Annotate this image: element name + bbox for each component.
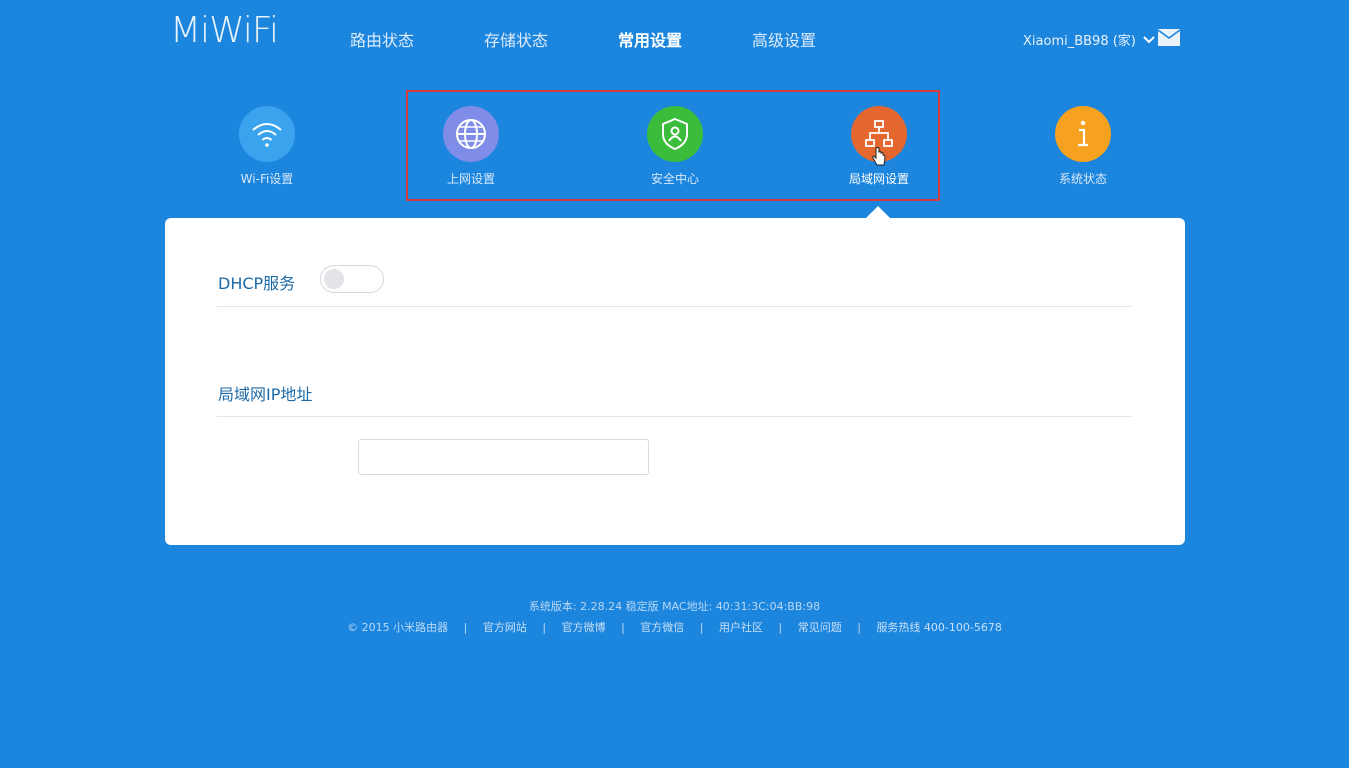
nav-common-settings[interactable]: 常用设置: [618, 27, 752, 51]
tile-internet-settings[interactable]: 上网设置: [411, 106, 531, 187]
globe-icon: [443, 106, 499, 162]
nav-router-status[interactable]: 路由状态: [350, 27, 484, 51]
footer-links: © 2015 小米路由器 | 官方网站 | 官方微博 | 官方微信 | 用户社区…: [347, 621, 1002, 634]
link-hotline[interactable]: 服务热线 400-100-5678: [876, 621, 1001, 634]
info-icon: [1055, 106, 1111, 162]
main-nav: 路由状态 存储状态 常用设置 高级设置: [350, 27, 886, 51]
lan-settings-panel: DHCP服务 局域网IP地址: [165, 218, 1185, 545]
hand-cursor-icon: [872, 147, 886, 166]
shield-icon: [647, 106, 703, 162]
tile-system-status[interactable]: 系统状态: [1023, 106, 1143, 187]
system-version: 系统版本: 2.28.24 稳定版 MAC地址: 40:31:3C:04:BB:…: [528, 600, 821, 613]
wifi-icon: [239, 106, 295, 162]
settings-icon-bar: Wi-Fi设置 上网设置 安全中心 局域网设置 系统状态: [165, 106, 1185, 196]
divider: [217, 306, 1132, 307]
tile-label: 上网设置: [446, 172, 495, 186]
tile-label: 系统状态: [1058, 172, 1107, 186]
tile-wifi-settings[interactable]: Wi-Fi设置: [207, 106, 327, 187]
active-tab-pointer: [866, 206, 890, 218]
link-official-site[interactable]: 官方网站: [483, 621, 527, 634]
tile-security-center[interactable]: 安全中心: [615, 106, 735, 187]
router-name: Xiaomi_BB98 (家): [1023, 34, 1136, 49]
router-selector[interactable]: Xiaomi_BB98 (家): [1023, 30, 1156, 49]
dhcp-toggle[interactable]: [320, 265, 384, 293]
copyright: © 2015 小米路由器: [347, 621, 449, 634]
chevron-down-icon: [1143, 35, 1155, 43]
nav-storage-status[interactable]: 存储状态: [484, 27, 618, 51]
tile-label: 局域网设置: [848, 172, 909, 186]
divider: [217, 416, 1132, 417]
page: MiWiFi 路由状态 存储状态 常用设置 高级设置 Xiaomi_BB98 (…: [0, 0, 1349, 768]
link-faq[interactable]: 常见问题: [798, 621, 842, 634]
miwifi-logo[interactable]: MiWiFi: [170, 10, 279, 51]
tile-label: Wi-Fi设置: [240, 172, 294, 186]
lan-ip-label: 局域网IP地址: [218, 385, 313, 404]
dhcp-label: DHCP服务: [218, 274, 296, 293]
lan-ip-input[interactable]: [358, 439, 649, 475]
nav-advanced-settings[interactable]: 高级设置: [752, 27, 886, 51]
link-user-community[interactable]: 用户社区: [719, 621, 763, 634]
toggle-knob: [324, 269, 344, 289]
mail-icon[interactable]: [1158, 29, 1180, 46]
link-official-wechat[interactable]: 官方微信: [640, 621, 684, 634]
link-official-weibo[interactable]: 官方微博: [562, 621, 606, 634]
tile-label: 安全中心: [650, 172, 699, 186]
